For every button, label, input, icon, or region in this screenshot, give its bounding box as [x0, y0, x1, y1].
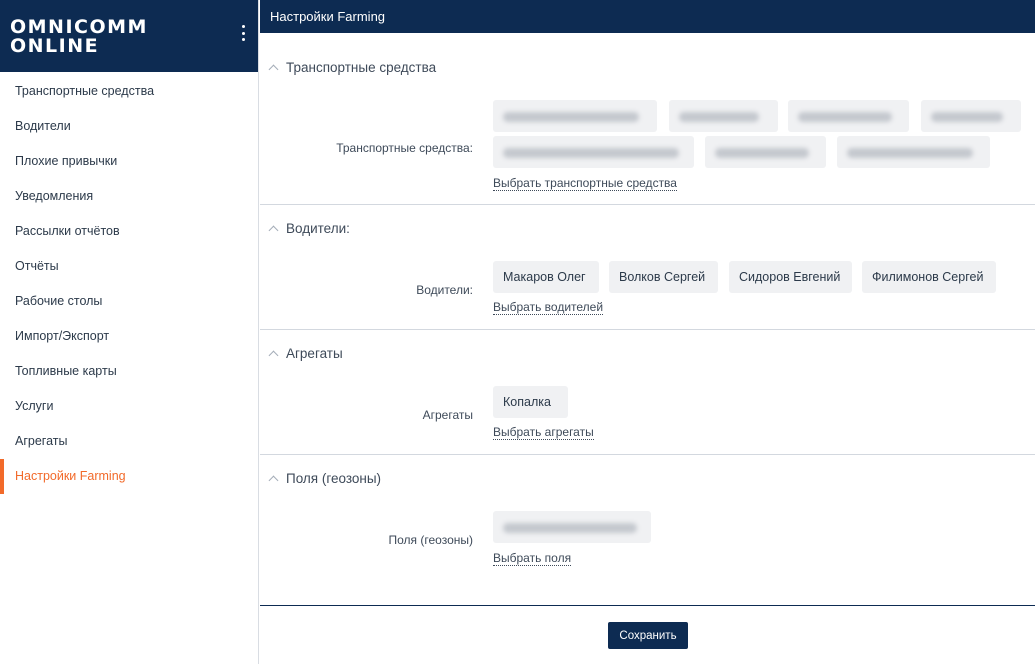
section-drivers: Водители: Водители: Макаров Олег Волков …: [260, 205, 1035, 330]
vehicle-chip[interactable]: [788, 100, 909, 132]
app-logo: OMNICOMM ONLINE: [10, 18, 148, 56]
field-chip[interactable]: [493, 511, 651, 543]
select-fields-link[interactable]: Выбрать поля: [493, 551, 572, 566]
sidebar-item-vehicles[interactable]: Транспортные средства: [0, 74, 258, 109]
sidebar-item-import-export[interactable]: Импорт/Экспорт: [0, 319, 258, 354]
section-fields-toggle[interactable]: Поля (геозоны): [268, 471, 381, 486]
section-aggregates-title: Агрегаты: [286, 346, 343, 361]
section-vehicles-toggle[interactable]: Транспортные средства: [268, 60, 436, 75]
driver-chip[interactable]: Сидоров Евгений: [729, 261, 852, 293]
chevron-up-icon: [268, 64, 279, 75]
section-vehicles-title: Транспортные средства: [286, 60, 437, 75]
section-fields: Поля (геозоны) Поля (геозоны) Выбрать по…: [260, 455, 1035, 605]
select-drivers-link[interactable]: Выбрать водителей: [493, 300, 604, 315]
vehicle-chip[interactable]: [705, 136, 826, 168]
select-vehicles-link[interactable]: Выбрать транспортные средства: [493, 176, 677, 191]
driver-chip[interactable]: Волков Сергей: [609, 261, 718, 293]
sidebar-item-drivers[interactable]: Водители: [0, 109, 258, 144]
save-button[interactable]: Сохранить: [608, 622, 688, 649]
aggregate-chip[interactable]: Копалка: [493, 386, 568, 418]
select-aggregates-link[interactable]: Выбрать агрегаты: [493, 425, 594, 440]
chevron-up-icon: [268, 225, 279, 236]
vehicle-chip[interactable]: [921, 100, 1021, 132]
form-footer: Сохранить: [260, 605, 1035, 664]
sidebar-item-farming-settings[interactable]: Настройки Farming: [0, 459, 258, 494]
vehicle-chip[interactable]: [493, 136, 694, 168]
sidebar-item-aggregates[interactable]: Агрегаты: [0, 424, 258, 459]
driver-chip[interactable]: Филимонов Сергей: [862, 261, 996, 293]
sidebar-item-services[interactable]: Услуги: [0, 389, 258, 424]
sidebar-item-fuel-cards[interactable]: Топливные карты: [0, 354, 258, 389]
sidebar-item-report-mailings[interactable]: Рассылки отчётов: [0, 214, 258, 249]
vehicle-chip[interactable]: [837, 136, 990, 168]
sidebar-nav: Транспортные средства Водители Плохие пр…: [0, 72, 258, 494]
driver-chip[interactable]: Макаров Олег: [493, 261, 599, 293]
section-aggregates: Агрегаты Агрегаты Копалка Выбрать агрега…: [260, 330, 1035, 455]
vehicle-chip[interactable]: [493, 100, 657, 132]
section-drivers-toggle[interactable]: Водители:: [268, 221, 350, 236]
drivers-field-label: Водители:: [416, 283, 473, 297]
vehicle-chip[interactable]: [669, 100, 778, 132]
vehicles-field-label: Транспортные средства:: [336, 141, 473, 155]
brand-header: OMNICOMM ONLINE: [0, 0, 258, 72]
logo-line-2: ONLINE: [10, 35, 100, 57]
sidebar-item-reports[interactable]: Отчёты: [0, 249, 258, 284]
chevron-up-icon: [268, 475, 279, 486]
kebab-menu-icon[interactable]: [238, 25, 248, 47]
sidebar-item-notifications[interactable]: Уведомления: [0, 179, 258, 214]
page-title: Настройки Farming: [260, 0, 1035, 33]
section-drivers-title: Водители:: [286, 221, 350, 236]
fields-field-label: Поля (геозоны): [388, 533, 473, 547]
section-fields-title: Поля (геозоны): [286, 471, 382, 486]
sidebar: OMNICOMM ONLINE Транспортные средства Во…: [0, 0, 259, 664]
section-vehicles: Транспортные средства Транспортные средс…: [260, 33, 1035, 205]
aggregates-field-label: Агрегаты: [422, 408, 473, 422]
sidebar-item-bad-habits[interactable]: Плохие привычки: [0, 144, 258, 179]
section-aggregates-toggle[interactable]: Агрегаты: [268, 346, 343, 361]
sidebar-item-dashboards[interactable]: Рабочие столы: [0, 284, 258, 319]
main-content: Настройки Farming Транспортные средства …: [260, 0, 1035, 664]
chevron-up-icon: [268, 350, 279, 361]
